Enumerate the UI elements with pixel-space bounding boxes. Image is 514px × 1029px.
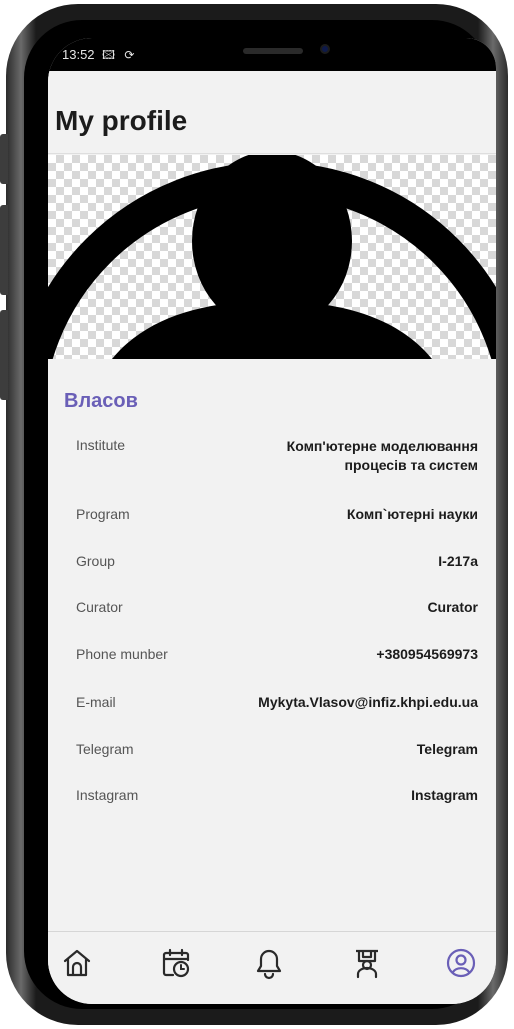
status-time: 13:52	[62, 47, 95, 62]
field-label: Instagram	[76, 787, 139, 803]
avatar-placeholder-icon	[48, 155, 496, 359]
nav-profile[interactable]	[444, 946, 484, 986]
field-value: Curator	[427, 599, 478, 615]
status-notification-icons: 🖾 ⟳	[102, 48, 138, 62]
teacher-icon	[356, 949, 378, 979]
home-icon	[63, 949, 91, 977]
front-camera	[320, 44, 330, 54]
field-value: І-217а	[438, 553, 478, 569]
nav-schedule[interactable]	[159, 946, 199, 986]
page-title: My profile	[55, 105, 188, 136]
app-screen: 13:52 🖾 ⟳ My profile Власов Institute Ко…	[48, 38, 496, 1004]
field-label: Telegram	[76, 741, 134, 757]
volume-down-button	[0, 310, 8, 400]
nav-home[interactable]	[60, 946, 100, 986]
field-label: Group	[76, 553, 115, 569]
field-label: Institute	[76, 437, 126, 453]
field-value[interactable]: Telegram	[417, 741, 478, 757]
field-label: Program	[76, 506, 130, 522]
mute-switch	[0, 134, 8, 184]
bottom-nav	[48, 931, 496, 1004]
field-value: Комп`ютерні науки	[346, 506, 478, 522]
status-bar: 13:52 🖾 ⟳	[48, 38, 496, 71]
field-value: Комп'ютерне моделювання процесів та сист…	[286, 438, 478, 473]
bell-icon	[256, 949, 282, 980]
profile-icon	[446, 948, 476, 978]
field-label: E-mail	[76, 694, 116, 710]
field-value[interactable]: Instagram	[411, 787, 478, 803]
profile-avatar[interactable]	[48, 155, 496, 359]
nav-teachers[interactable]	[350, 946, 390, 986]
profile-surname: Власов	[64, 390, 138, 412]
field-label: Phone munber	[76, 646, 168, 662]
phone-mockup: 13:52 🖾 ⟳ My profile Власов Institute Ко…	[0, 0, 514, 1029]
app-header: My profile	[48, 71, 496, 154]
volume-up-button	[0, 205, 8, 295]
field-value[interactable]: Mykyta.Vlasov@infiz.khpi.edu.ua	[258, 694, 478, 710]
field-value[interactable]: +380954569973	[376, 646, 478, 662]
calendar-clock-icon	[162, 948, 190, 978]
speaker-grille	[243, 48, 303, 54]
nav-notifications[interactable]	[252, 946, 292, 986]
field-label: Curator	[76, 599, 123, 615]
